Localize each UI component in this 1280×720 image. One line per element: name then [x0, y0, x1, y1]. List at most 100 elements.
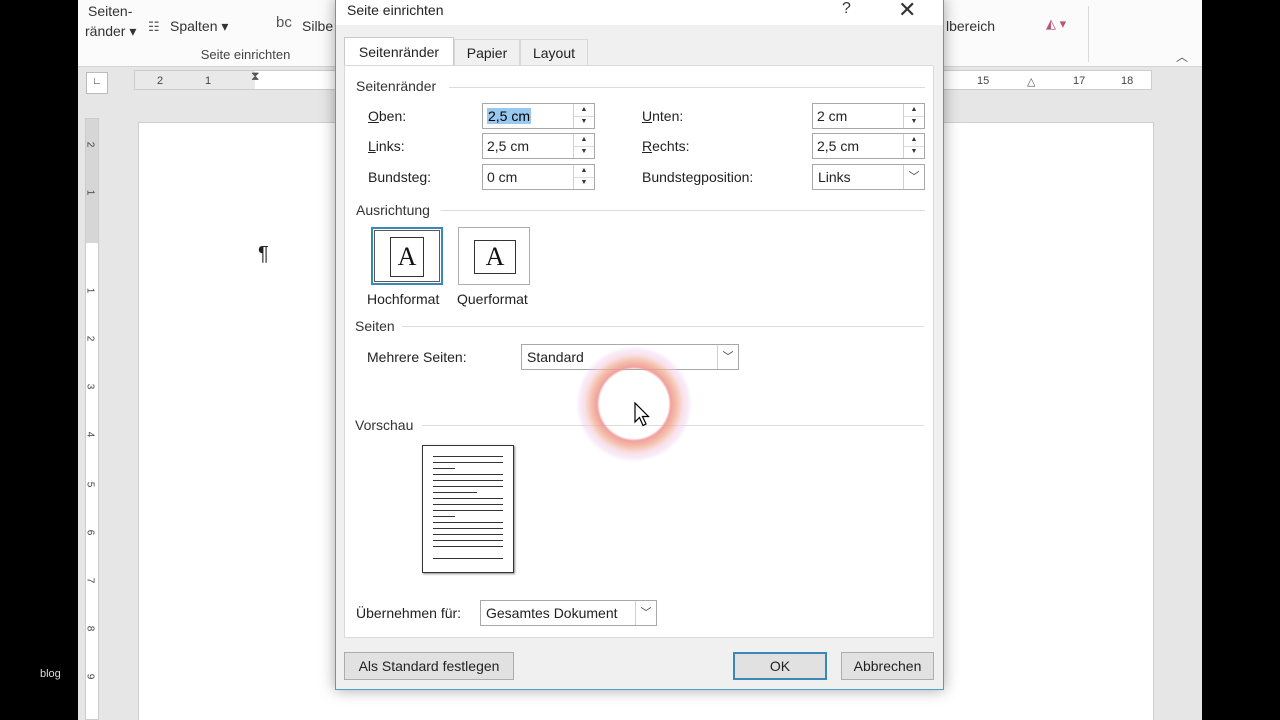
preview-line: [433, 468, 455, 469]
preview-line: [433, 480, 503, 481]
indent-marker-icon[interactable]: ⧗: [251, 69, 259, 84]
multiple-pages-value[interactable]: Standard: [527, 349, 584, 365]
spinner[interactable]: ▲ ▼: [573, 165, 594, 189]
collapse-ribbon-icon[interactable]: ︿: [1176, 48, 1188, 65]
preview-line: [433, 492, 477, 493]
preview-line: [433, 456, 503, 457]
paragraph-mark: ¶: [258, 243, 269, 265]
section-divider: [449, 87, 925, 88]
preview-line: [433, 558, 503, 559]
spinner[interactable]: ▲ ▼: [903, 134, 924, 158]
right-margin-value[interactable]: 2,5 cm: [817, 138, 859, 154]
gutter-field[interactable]: 0 cm ▲ ▼: [482, 164, 595, 190]
section-divider: [402, 326, 924, 327]
preview-line: [433, 522, 503, 523]
portrait-option[interactable]: A: [371, 227, 443, 285]
ruler-margin-shade: [135, 71, 255, 89]
hyphenation-button[interactable]: Silbe: [302, 18, 333, 34]
dialog-title: Seite einrichten: [347, 2, 444, 18]
ruler-tick: 7: [84, 577, 96, 584]
preview-line: [433, 498, 503, 499]
tab-margins[interactable]: Seitenränder: [344, 37, 454, 65]
spin-down-icon[interactable]: ▼: [574, 146, 594, 158]
preview-line: [433, 474, 503, 475]
preview-line: [433, 546, 503, 547]
left-margin-value[interactable]: 2,5 cm: [487, 138, 529, 154]
tab-selector[interactable]: ∟: [86, 72, 108, 94]
ruler-tick: 2: [84, 141, 96, 148]
spin-down-icon[interactable]: ▼: [574, 116, 594, 128]
dialog-titlebar[interactable]: Seite einrichten ? ✕: [336, 0, 943, 25]
spin-down-icon[interactable]: ▼: [904, 116, 924, 128]
landscape-option[interactable]: A: [458, 227, 530, 285]
multiple-pages-label: Mehrere Seiten:: [367, 349, 467, 365]
ruler-tick: 18: [1121, 75, 1134, 87]
gutter-position-select[interactable]: Links ﹀: [812, 164, 925, 190]
top-margin-label: Oben:: [368, 108, 407, 124]
cancel-button[interactable]: Abbrechen: [841, 652, 934, 680]
ruler-tick: 8: [84, 625, 96, 632]
ruler-margin-shade: [86, 119, 98, 243]
preview-line: [433, 462, 503, 463]
tab-paper[interactable]: Papier: [454, 39, 520, 65]
preview-line: [433, 504, 503, 505]
ruler-tick: 6: [84, 529, 96, 536]
section-preview-title: Vorschau: [355, 417, 414, 433]
gutter-value[interactable]: 0 cm: [487, 169, 517, 185]
chevron-down-icon[interactable]: ﹀: [717, 345, 738, 369]
ruler-tick: 1: [84, 287, 96, 294]
spinner[interactable]: ▲ ▼: [573, 104, 594, 128]
page-setup-dialog: Seite einrichten ? ✕ Seitenränder Papier…: [335, 0, 944, 690]
right-indent-marker-icon[interactable]: △: [1027, 75, 1035, 88]
left-margin-field[interactable]: 2,5 cm ▲ ▼: [482, 133, 595, 159]
margins-button-label[interactable]: ränder ▾: [85, 23, 136, 40]
left-margin-label: Links:: [368, 138, 405, 154]
ruler-tick: 2: [84, 335, 96, 342]
bottom-margin-field[interactable]: 2 cm ▲ ▼: [812, 103, 925, 129]
set-default-button[interactable]: Als Standard festlegen: [344, 652, 514, 680]
apply-to-label: Übernehmen für:: [356, 605, 462, 621]
page-preview: [422, 445, 514, 573]
spinner[interactable]: ▲ ▼: [573, 134, 594, 158]
chevron-down-icon[interactable]: ﹀: [903, 165, 924, 189]
section-pages-title: Seiten: [355, 318, 395, 334]
ruler-tick: 1: [84, 189, 96, 196]
chevron-down-icon[interactable]: ﹀: [635, 601, 656, 625]
margins-button[interactable]: Seiten-: [88, 3, 132, 19]
ruler-tick: 1: [205, 75, 212, 87]
multiple-pages-select[interactable]: Standard ﹀: [521, 344, 739, 370]
spin-down-icon[interactable]: ▼: [574, 177, 594, 189]
landscape-label[interactable]: Querformat: [457, 291, 528, 307]
section-divider: [422, 425, 924, 426]
tab-layout[interactable]: Layout: [520, 39, 588, 65]
columns-icon: ☷: [148, 19, 160, 34]
ruler-tick: 3: [84, 383, 96, 390]
help-button[interactable]: ?: [842, 0, 851, 18]
gutter-position-label: Bundstegposition:: [642, 169, 754, 185]
apply-to-select[interactable]: Gesamtes Dokument ﹀: [480, 600, 657, 626]
rotate-icon[interactable]: ◭ ▾: [1046, 16, 1066, 32]
top-margin-field[interactable]: 2,5 cm ▲ ▼: [482, 103, 595, 129]
preview-line: [433, 486, 503, 487]
spinner[interactable]: ▲ ▼: [903, 104, 924, 128]
gutter-position-value[interactable]: Links: [818, 169, 851, 185]
close-button[interactable]: ✕: [898, 0, 916, 23]
preview-line: [433, 510, 503, 511]
top-margin-value[interactable]: 2,5 cm: [487, 108, 532, 124]
ok-button[interactable]: OK: [733, 652, 827, 680]
portrait-page-icon: A: [390, 237, 424, 277]
selection-pane-button[interactable]: lbereich: [946, 18, 995, 34]
bottom-margin-value[interactable]: 2 cm: [817, 108, 847, 124]
ruler-tick: 5: [84, 481, 96, 488]
watermark-text: blog: [40, 668, 61, 680]
vertical-ruler[interactable]: 2 1 1 2 3 4 5 6 7 8 9: [84, 118, 99, 720]
ruler-tick: 4: [84, 431, 96, 438]
right-margin-field[interactable]: 2,5 cm ▲ ▼: [812, 133, 925, 159]
ruler-tick: 17: [1073, 75, 1086, 87]
bottom-margin-label: Unten:: [642, 108, 684, 124]
portrait-label[interactable]: Hochformat: [367, 291, 439, 307]
columns-button[interactable]: Spalten ▾: [170, 18, 228, 35]
apply-to-value[interactable]: Gesamtes Dokument: [486, 605, 618, 621]
spin-down-icon[interactable]: ▼: [904, 146, 924, 158]
ruler-tick: 9: [84, 673, 96, 680]
